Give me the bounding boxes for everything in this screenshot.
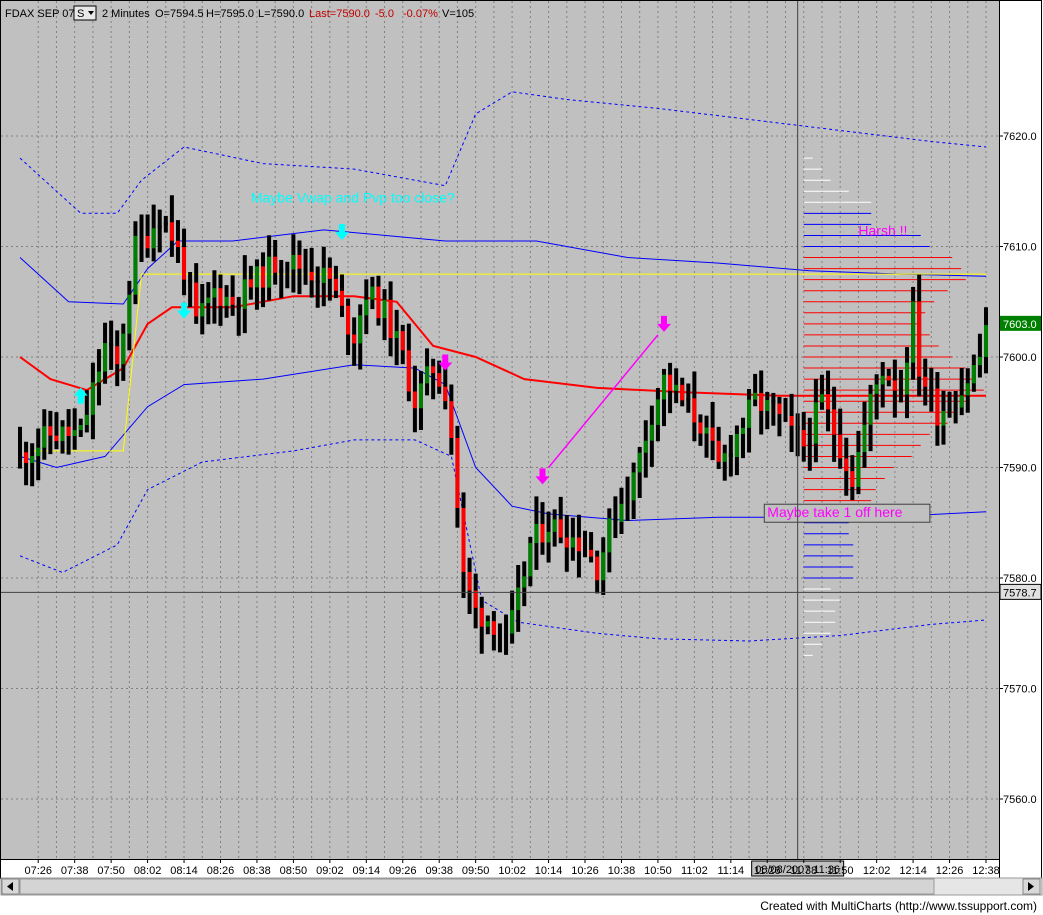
volume-value: V=105 <box>442 8 474 20</box>
horizontal-scrollbar[interactable] <box>0 877 1043 896</box>
x-tick-label: 10:50 <box>644 865 672 877</box>
x-tick-label: 07:26 <box>24 865 52 877</box>
x-tick-label: 08:38 <box>243 865 271 877</box>
low-value: L=7590.0 <box>258 8 304 20</box>
chart-window: Maybe Vwap and Pvp too close? Harsh !! May… <box>0 0 1043 915</box>
chart-annotation: Maybe take 1 off here <box>767 504 902 520</box>
y-tick-label: 7590.0 <box>1003 463 1037 475</box>
x-tick-label: 09:02 <box>316 865 344 877</box>
x-tick-label: 08:14 <box>170 865 198 877</box>
footer-credit: Created with MultiCharts (http://www.tss… <box>760 899 1037 913</box>
y-tick-label: 7620.0 <box>1003 131 1037 143</box>
y-tick-label: 7580.0 <box>1003 573 1037 585</box>
plot-area <box>1 1 999 859</box>
x-tick-label: 11:02 <box>681 865 708 877</box>
x-tick-label: 10:38 <box>608 865 636 877</box>
chart-header: FDAX SEP 07 S 2 Minutes O=7594.5 H=7595.… <box>5 5 474 21</box>
x-tick-label: 09:26 <box>389 865 417 877</box>
x-tick-label: 08:26 <box>207 865 235 877</box>
x-tick-label: 11:26 <box>754 865 781 877</box>
x-tick-label: 10:26 <box>571 865 599 877</box>
x-tick-label: 09:50 <box>462 865 490 877</box>
last-price-label: 7603.0 <box>1003 319 1037 331</box>
y-tick-label: 7610.0 <box>1003 242 1037 254</box>
x-tick-label: 11:14 <box>717 865 744 877</box>
symbol-label: FDAX SEP 07 <box>5 8 75 20</box>
x-tick-label: 12:02 <box>863 865 891 877</box>
x-tick-label: 07:50 <box>97 865 125 877</box>
x-tick-label: 08:50 <box>280 865 308 877</box>
x-tick-label: 12:38 <box>972 865 1000 877</box>
y-tick-label: 7600.0 <box>1003 352 1037 364</box>
x-tick-label: 10:02 <box>498 865 526 877</box>
high-value: H=7595.0 <box>206 8 254 20</box>
x-tick-label: 09:38 <box>425 865 453 877</box>
scrollbar-thumb[interactable] <box>19 878 935 895</box>
change-pct-value: -0.07% <box>403 8 438 20</box>
symbol-menu-label: S <box>77 8 84 20</box>
last-value: Last=7590.0 <box>309 8 370 20</box>
chart-annotation: Maybe Vwap and Pvp too close? <box>251 189 455 205</box>
cursor-price-label: 7578.7 <box>1003 587 1037 599</box>
open-value: O=7594.5 <box>155 8 204 20</box>
x-tick-label: 07:38 <box>61 865 89 877</box>
x-tick-label: 11:38 <box>790 865 817 877</box>
y-tick-label: 7560.0 <box>1003 794 1037 806</box>
x-tick-label: 12:26 <box>936 865 964 877</box>
x-tick-label: 10:14 <box>535 865 563 877</box>
x-tick-label: 11:50 <box>827 865 854 877</box>
price-axis-panel <box>999 1 1042 859</box>
change-value: -5.0 <box>375 8 394 20</box>
chart-annotation: Harsh !! <box>858 222 907 238</box>
x-tick-label: 12:14 <box>899 865 927 877</box>
interval-label: 2 Minutes <box>102 8 150 20</box>
x-tick-label: 09:14 <box>353 865 381 877</box>
y-tick-label: 7570.0 <box>1003 684 1037 696</box>
x-tick-label: 08:02 <box>134 865 162 877</box>
